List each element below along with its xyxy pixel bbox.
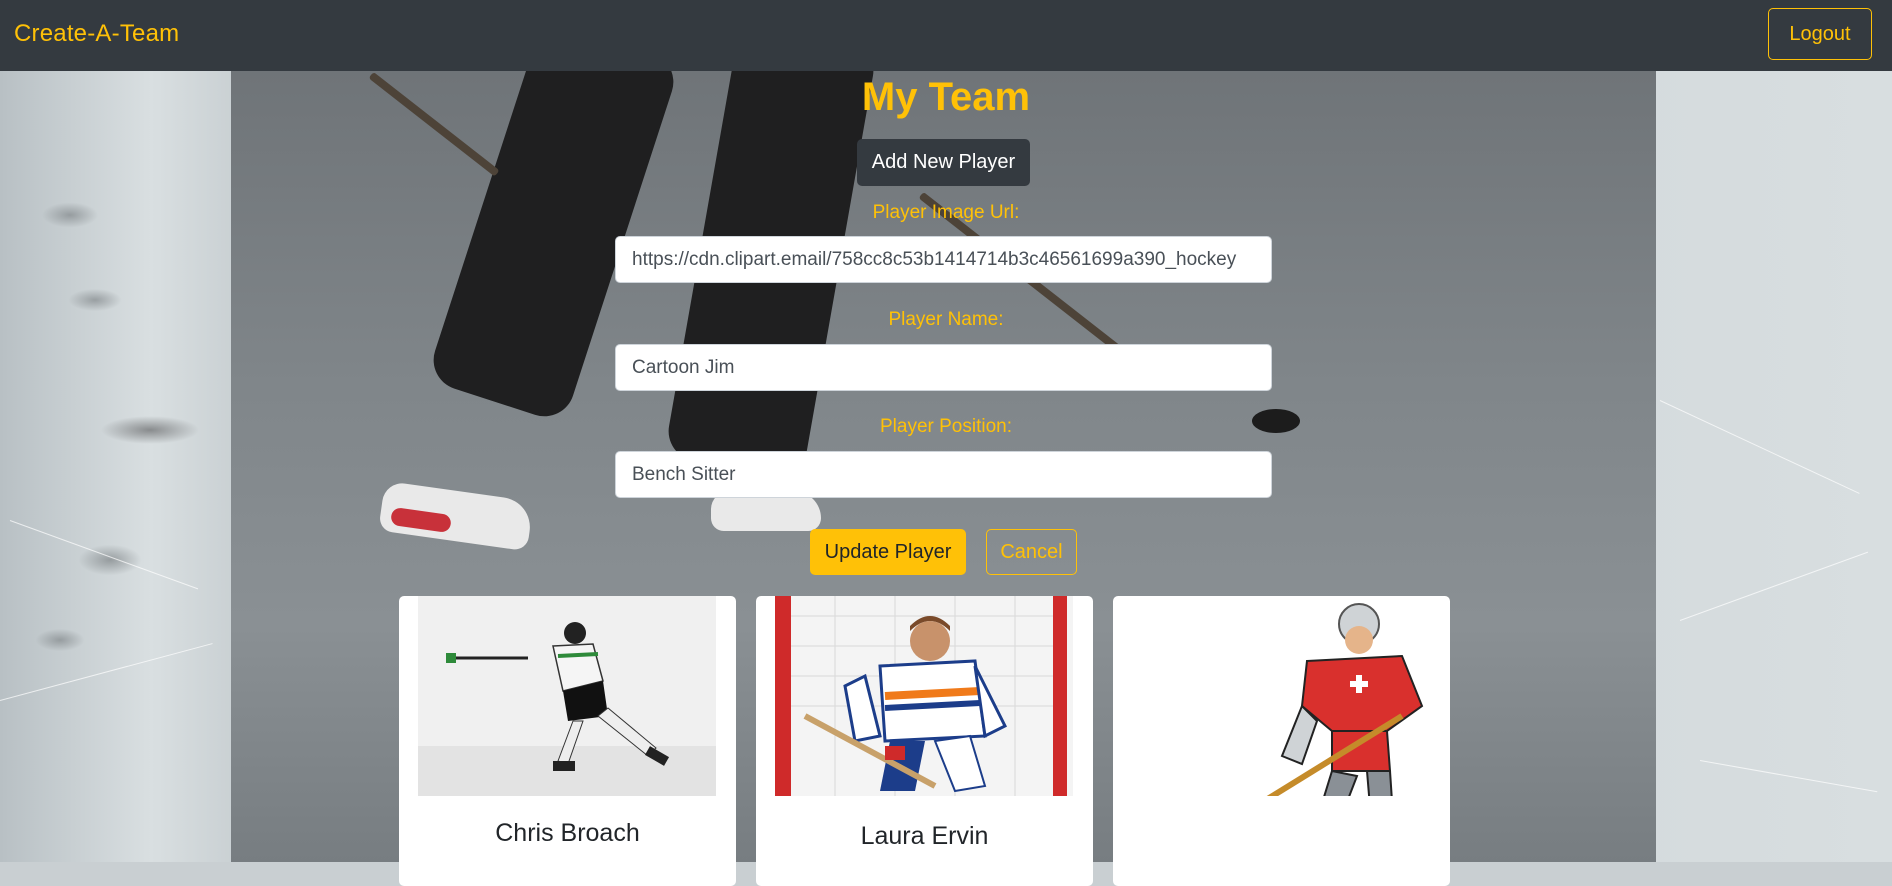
brand-link[interactable]: Create-A-Team [14,20,179,48]
player-name-label: Player Name: [888,309,1004,330]
cancel-button[interactable]: Cancel [986,529,1077,575]
add-new-player-button[interactable]: Add New Player [857,139,1030,186]
cartoon-hockey-player-icon [1132,596,1430,796]
player-image-url-label: Player Image Url: [872,202,1020,223]
page-title: My Team [861,75,1031,119]
player-name: Chris Broach [495,819,640,847]
player-card: Chris Broach [399,596,736,886]
player-card: Laura Ervin [756,596,1093,886]
player-name: Laura Ervin [860,822,989,850]
player-position-input[interactable]: Bench Sitter [615,451,1272,498]
player-name-input[interactable]: Cartoon Jim [615,344,1272,391]
navbar: Create-A-Team Logout [0,0,1892,71]
hockey-player-photo-icon [418,596,716,796]
player-card [1113,596,1450,886]
hockey-player-photo-icon [775,596,1073,796]
player-image-url-input[interactable]: https://cdn.clipart.email/758cc8c53b1414… [615,236,1272,283]
update-player-button[interactable]: Update Player [810,529,966,575]
player-position-label: Player Position: [879,416,1012,437]
logout-button[interactable]: Logout [1768,8,1872,60]
